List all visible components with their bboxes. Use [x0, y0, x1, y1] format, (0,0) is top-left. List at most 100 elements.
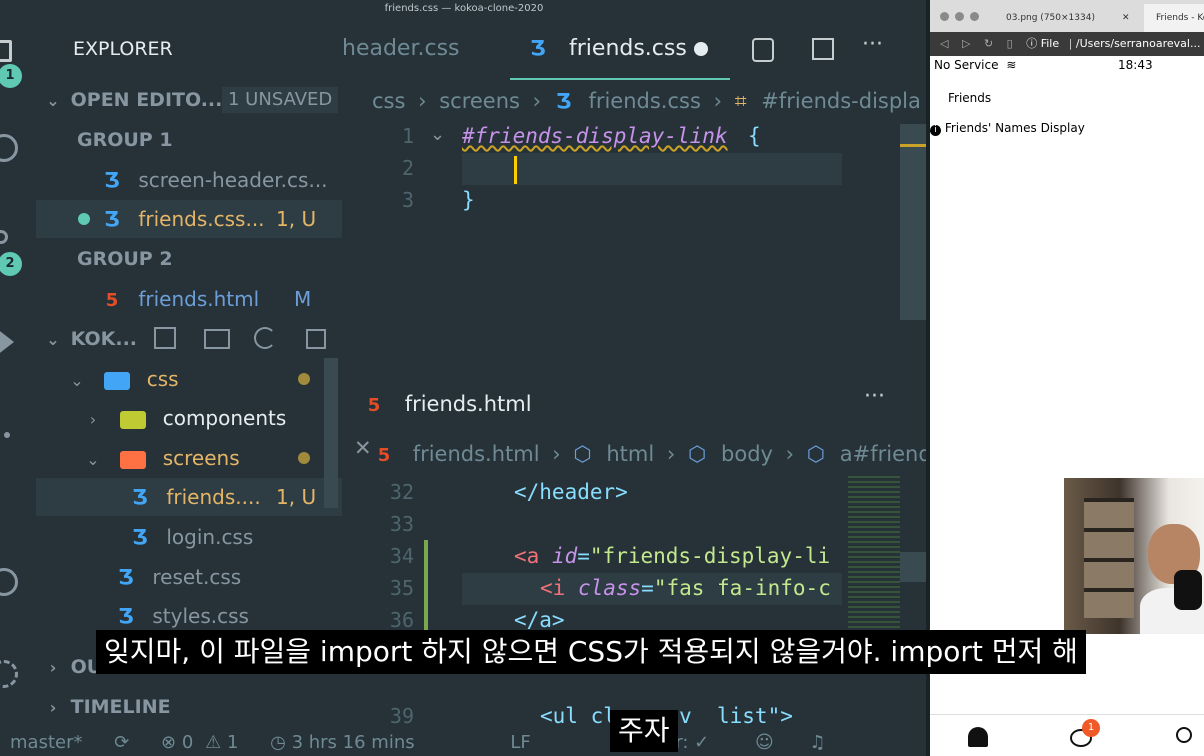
line-number: 3	[401, 188, 414, 212]
element-icon: ⬡	[688, 442, 707, 466]
breadcrumb-item[interactable]: body	[721, 442, 773, 466]
maximize-window-icon[interactable]	[970, 12, 979, 21]
html-attr-value: "fas fa-info-c	[653, 576, 831, 600]
time-tracker[interactable]: 3 hrs 16 mins	[292, 732, 415, 753]
account-icon[interactable]	[0, 568, 18, 596]
chevron-right-icon: ›	[532, 89, 542, 113]
file-status: 1, U	[276, 207, 317, 231]
url-field[interactable]: /Users/serranoareval...	[1076, 37, 1201, 50]
current-line-highlight	[462, 153, 842, 185]
breadcrumb-item[interactable]: #friends-displa	[761, 89, 921, 113]
tree-folder-screens[interactable]: ⌄ screens	[36, 439, 342, 477]
person-icon[interactable]	[968, 727, 988, 747]
split-editor-icon[interactable]	[812, 38, 834, 60]
tree-label: login.css	[166, 525, 254, 549]
scroll-marker	[900, 144, 926, 147]
breadcrumb-item[interactable]: friends.html	[413, 442, 540, 466]
editor1-tab-bar: header.css Ʒ friends.css ···	[342, 18, 928, 80]
tree-folder-components[interactable]: › components	[36, 399, 342, 437]
reload-icon[interactable]: ↻	[984, 37, 993, 50]
open-editor-item[interactable]: 5 friends.html M	[36, 280, 342, 318]
line-number: 36	[389, 608, 414, 632]
timeline-section[interactable]: › TIMELINE	[36, 688, 342, 726]
open-editor-item[interactable]: Ʒ screen-header.cs...	[36, 161, 342, 199]
open-editors-label: OPEN EDITO...	[70, 89, 223, 111]
chevron-down-icon: ⌄	[70, 371, 84, 390]
forward-icon[interactable]: ▷	[962, 37, 970, 50]
modified-dot-icon	[298, 373, 310, 385]
tab-header-css[interactable]: header.css	[342, 18, 502, 80]
breadcrumb-item[interactable]: css	[372, 89, 405, 113]
group2-label: GROUP 2	[77, 248, 173, 270]
error-count: 0	[181, 732, 194, 753]
phone-status-carrier: No Service ≋	[934, 58, 1016, 72]
tree-file-reset-css[interactable]: Ʒ reset.css	[36, 558, 342, 596]
open-editor-item-active[interactable]: Ʒ friends.css... 1, U	[36, 200, 342, 238]
code-line: </a>	[514, 608, 565, 632]
window-title: friends.css — kokoa-clone-2020	[0, 0, 928, 18]
more-actions-icon[interactable]: ···	[864, 384, 885, 409]
error-icon[interactable]: ⊗	[161, 732, 176, 753]
back-icon[interactable]: ◁	[940, 37, 948, 50]
warning-count: 1	[226, 732, 239, 753]
new-file-icon[interactable]	[154, 327, 176, 349]
notifications-icon[interactable]: ♫	[809, 732, 825, 753]
feedback-icon[interactable]: ☺	[755, 732, 774, 753]
code-editor-css[interactable]: 1 2 3 ⌄ #friends-display-link { }	[342, 122, 928, 372]
breadcrumb-item[interactable]: friends.css	[588, 89, 700, 113]
tree-folder-css[interactable]: ⌄ css	[36, 360, 342, 398]
tree-file-friends-css[interactable]: Ʒ friends.... 1, U	[36, 478, 342, 516]
search-icon[interactable]	[0, 134, 18, 162]
browser-tab-active[interactable]: Friends - Ko	[1144, 4, 1204, 32]
breadcrumb-item[interactable]: screens	[439, 89, 520, 113]
bookmark-icon[interactable]: ▯	[1007, 37, 1013, 50]
minimize-window-icon[interactable]	[955, 12, 964, 21]
sync-icon[interactable]: ⟳	[114, 732, 129, 753]
source-control-icon[interactable]	[0, 230, 8, 244]
tree-label: styles.css	[152, 604, 249, 628]
chevron-right-icon: ›	[89, 410, 97, 429]
editor-scrollbar[interactable]	[900, 552, 926, 582]
more-actions-icon[interactable]: ···	[862, 32, 883, 57]
friends-display-link[interactable]: i Friends' Names Display	[930, 121, 1085, 136]
files-icon[interactable]	[0, 40, 12, 62]
tab-friends-css[interactable]: Ʒ friends.css	[510, 18, 730, 80]
unsaved-dot-icon[interactable]	[694, 42, 708, 56]
element-icon: ⬡	[573, 442, 592, 466]
css-file-icon: Ʒ	[118, 604, 134, 628]
bottom-nav: 1	[930, 714, 1204, 756]
editor-scrollbar[interactable]	[900, 124, 926, 320]
line-number: 33	[389, 512, 414, 536]
browser-tab[interactable]: 03.png (750×1334) ✕	[994, 4, 1144, 32]
tree-file-login-css[interactable]: Ʒ login.css	[36, 518, 342, 556]
new-folder-icon[interactable]	[204, 329, 230, 349]
open-editors-section[interactable]: ⌄ OPEN EDITO... 1 UNSAVED	[36, 81, 342, 119]
folder-icon	[120, 410, 147, 429]
search-icon[interactable]	[1176, 727, 1192, 743]
settings-gear-icon[interactable]	[0, 660, 18, 688]
timeline-label: TIMELINE	[70, 696, 171, 718]
unsaved-dot-icon	[78, 213, 90, 225]
sidebar-scrollbar[interactable]	[324, 358, 338, 508]
chevron-right-icon: ›	[552, 442, 561, 466]
breadcrumb-item[interactable]: html	[606, 442, 654, 466]
open-changes-icon[interactable]	[752, 38, 774, 62]
carrier-label: No Service	[934, 58, 999, 72]
close-window-icon[interactable]	[940, 12, 949, 21]
open-editor-filename: screen-header.cs...	[138, 168, 328, 192]
breadcrumb-item[interactable]: a#friend	[840, 442, 928, 466]
code-editor-html[interactable]: 32 33 34 35 36 37 39 </header> <a id="fr…	[342, 476, 928, 730]
warning-icon[interactable]: ⚠	[205, 732, 221, 753]
modified-dot-icon	[298, 452, 310, 464]
tab-friends-html[interactable]: 5 friends.html ✕	[342, 382, 562, 460]
collapse-all-icon[interactable]	[306, 329, 326, 349]
fold-chevron-icon[interactable]: ⌄	[430, 124, 445, 145]
run-icon[interactable]	[0, 328, 14, 356]
eol-status[interactable]: LF	[510, 732, 530, 753]
extensions-dot-icon[interactable]	[4, 432, 10, 438]
refresh-icon[interactable]	[254, 327, 276, 349]
project-section[interactable]: ⌄ KOK...	[36, 320, 342, 358]
branch-status[interactable]: master*	[10, 732, 82, 753]
close-icon[interactable]: ✕	[1122, 4, 1130, 32]
minimap[interactable]	[848, 476, 900, 636]
